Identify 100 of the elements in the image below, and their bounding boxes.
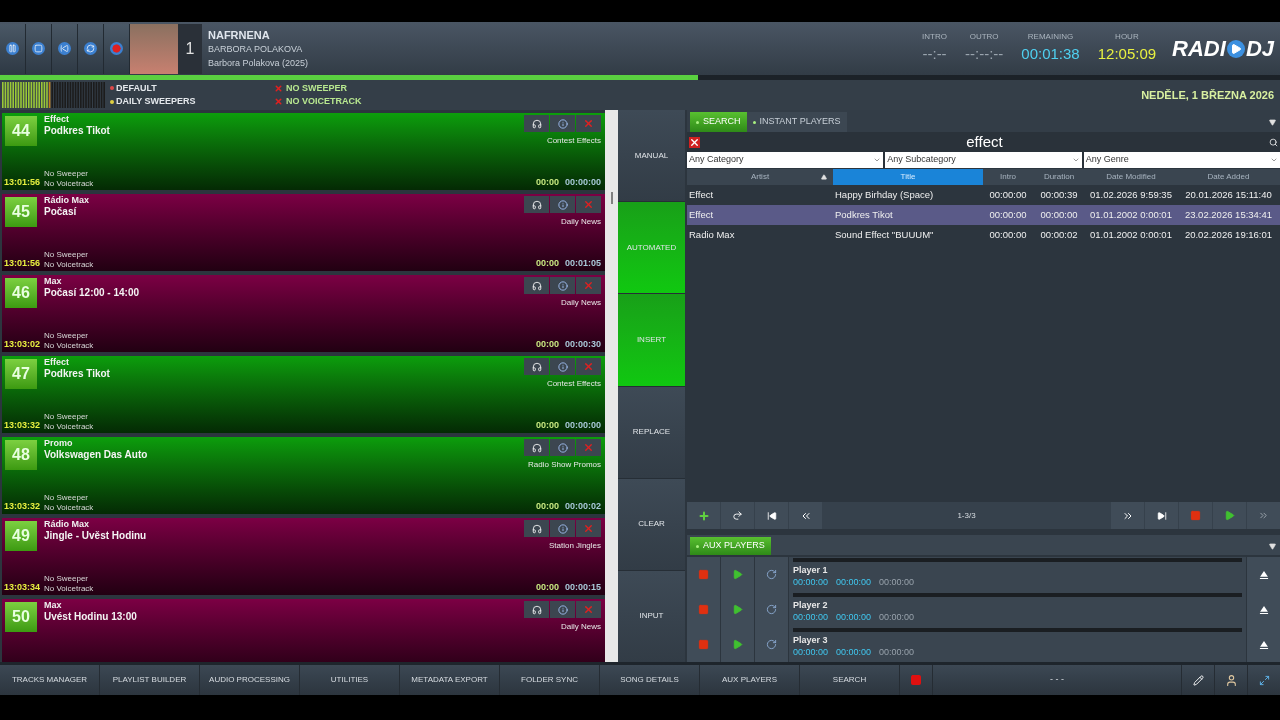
chevron-down-icon[interactable] [873,156,882,164]
info-button[interactable] [550,277,575,294]
mode-button[interactable]: CLEAR [618,478,685,570]
bottom-nav-button[interactable]: PLAYLIST BUILDER [100,665,200,695]
sweeper-label: No Sweeper [44,412,90,422]
app-logo: RADI DJ [1172,35,1274,63]
table-cell-text: 00:00:00 [988,187,1028,202]
repeat-button[interactable] [755,557,788,592]
player-time: 00:00:00 [879,646,915,659]
playlist-item[interactable]: 49 13:03:34 Rádio Max Jingle - Uvěst Hodinu No Sweeper No Voicetrack Station Jingles 00:00 00:00:15 [2,518,605,595]
play-icon [1224,510,1235,521]
add-button[interactable] [687,502,720,529]
info-icon [557,604,568,615]
bottom-nav-button[interactable]: TRACKS MANAGER [0,665,100,695]
previous-button[interactable] [52,23,78,74]
remove-button[interactable] [576,439,601,456]
cue-button[interactable] [524,115,549,132]
filter-dropdown[interactable]: Any Category [687,152,884,168]
bottom-nav-button[interactable]: SEARCH [800,665,900,695]
track-artist: Rádio Max [44,519,90,530]
result-row[interactable]: Radio Max Sound Effect "BUUUM" 00:00:00 00:00:02 01.01.2002 0:00:01 20.02.2026 19:16:01 [687,225,1280,245]
cue-button[interactable] [524,277,549,294]
table-cell-text: Radio Max [688,227,736,242]
column-header[interactable]: Date Modified [1085,169,1177,185]
first-page-button[interactable] [755,502,788,529]
track-title: Volkswagen Das Auto [44,449,149,461]
repeat-button[interactable] [755,627,788,662]
cue-time: 00:00 [535,580,559,594]
info-button[interactable] [550,601,575,618]
column-header[interactable]: Intro [983,169,1033,185]
scrollbar-thumb[interactable] [610,192,613,204]
playlist-item[interactable]: 45 13:01:56 Rádio Max Počasí No Sweeper No Voicetrack Daily News 00:00 00:01:05 [2,194,605,271]
close-icon [583,442,594,453]
player-name: Player 1 [793,565,829,576]
column-header[interactable]: Title [833,169,983,185]
bottom-nav-button[interactable]: FOLDER SYNC [500,665,600,695]
filter-dropdown[interactable]: Any Genre [1083,152,1280,168]
remove-button[interactable] [576,601,601,618]
cue-button[interactable] [524,439,549,456]
mode-button[interactable]: INPUT [618,570,685,663]
stop-icon [910,674,922,686]
chevron-down-icon[interactable] [1270,156,1278,164]
bottom-nav-button[interactable]: METADATA EXPORT [400,665,500,695]
loop-button[interactable] [78,23,104,74]
eject-button[interactable] [1247,557,1280,592]
person-icon [1224,673,1238,687]
column-header[interactable]: Duration [1033,169,1085,185]
result-row[interactable]: Effect Podkres Tikot 00:00:00 00:00:00 01.01.2002 0:00:01 23.02.2026 15:34:41 [687,205,1280,225]
playlist-item[interactable]: 44 13:01:56 Effect Podkres Tikot No Sweeper No Voicetrack Contest Effects 00:00 00:00:00 [2,113,605,190]
record-button[interactable] [104,23,130,74]
bottom-nav-button[interactable]: UTILITIES [300,665,400,695]
cue-button[interactable] [524,601,549,618]
eject-button[interactable] [1247,627,1280,662]
start-time: 13:03:02 [4,337,41,351]
playlist-item[interactable]: 46 13:03:02 Max Počasí 12:00 - 14:00 No Sweeper No Voicetrack Daily News 00:00 00:00:30 [2,275,605,352]
info-button[interactable] [550,115,575,132]
remove-button[interactable] [576,196,601,213]
chevron-down-icon[interactable] [1071,156,1080,164]
playlist-item[interactable]: 47 13:03:32 Effect Podkres Tikot No Sweeper No Voicetrack Contest Effects 00:00 00:00:00 [2,356,605,433]
remove-button[interactable] [576,115,601,132]
redo-button[interactable] [721,502,754,529]
bottom-nav-button[interactable]: SONG DETAILS [600,665,700,695]
cue-button[interactable] [524,196,549,213]
filter-dropdown[interactable]: Any Subcategory [885,152,1082,168]
status-text: - - - [1049,673,1065,687]
column-header[interactable]: Date Added [1177,169,1280,185]
remove-button[interactable] [576,520,601,537]
mode-button[interactable]: REPLACE [618,386,685,478]
stop-button[interactable] [26,23,52,74]
remove-button[interactable] [576,277,601,294]
info-button[interactable] [550,196,575,213]
counter-label: OUTRO [969,31,999,44]
bottom-nav-button[interactable]: AUDIO PROCESSING [200,665,300,695]
cue-button[interactable] [524,358,549,375]
counter-value: 00:01:38 [1021,44,1080,65]
play-button[interactable] [721,627,754,662]
scrollbar-track[interactable] [605,110,618,662]
last-page-button[interactable] [1145,502,1178,529]
mode-button[interactable]: MANUAL [618,110,685,202]
headphones-icon [531,118,542,129]
cue-time: 00:00 [535,499,559,513]
column-header[interactable]: Artist [687,169,833,185]
pause-button[interactable] [0,23,26,74]
info-icon [557,280,568,291]
playlist-item[interactable]: 50 Max Uvést Hodinu 13:00 Daily News [2,599,605,662]
remove-button[interactable] [576,358,601,375]
sweeper-label: No Sweeper [44,493,90,503]
result-row[interactable]: Effect Happy Birhday (Space) 00:00:00 00:00:39 01.02.2026 9:59:35 20.01.2026 15:11:40 [687,185,1280,205]
skip-back-icon [58,42,71,55]
panel-tab[interactable]: INSTANT PLAYERS [746,112,847,132]
bottom-nav-button[interactable]: AUX PLAYERS [700,665,800,695]
playlist-item[interactable]: 48 13:03:32 Promo Volkswagen Das Auto No Sweeper No Voicetrack Radio Show Promos 00:00 00:00:02 [2,437,605,514]
track-title: Jingle - Uvěst Hodinu [44,530,148,542]
info-button[interactable] [550,358,575,375]
cue-button[interactable] [524,520,549,537]
info-button[interactable] [550,439,575,456]
play-button[interactable] [721,557,754,592]
table-cell-text: 01.01.2002 0:00:01 [1089,227,1173,242]
info-button[interactable] [550,520,575,537]
play-button[interactable] [1213,502,1246,529]
